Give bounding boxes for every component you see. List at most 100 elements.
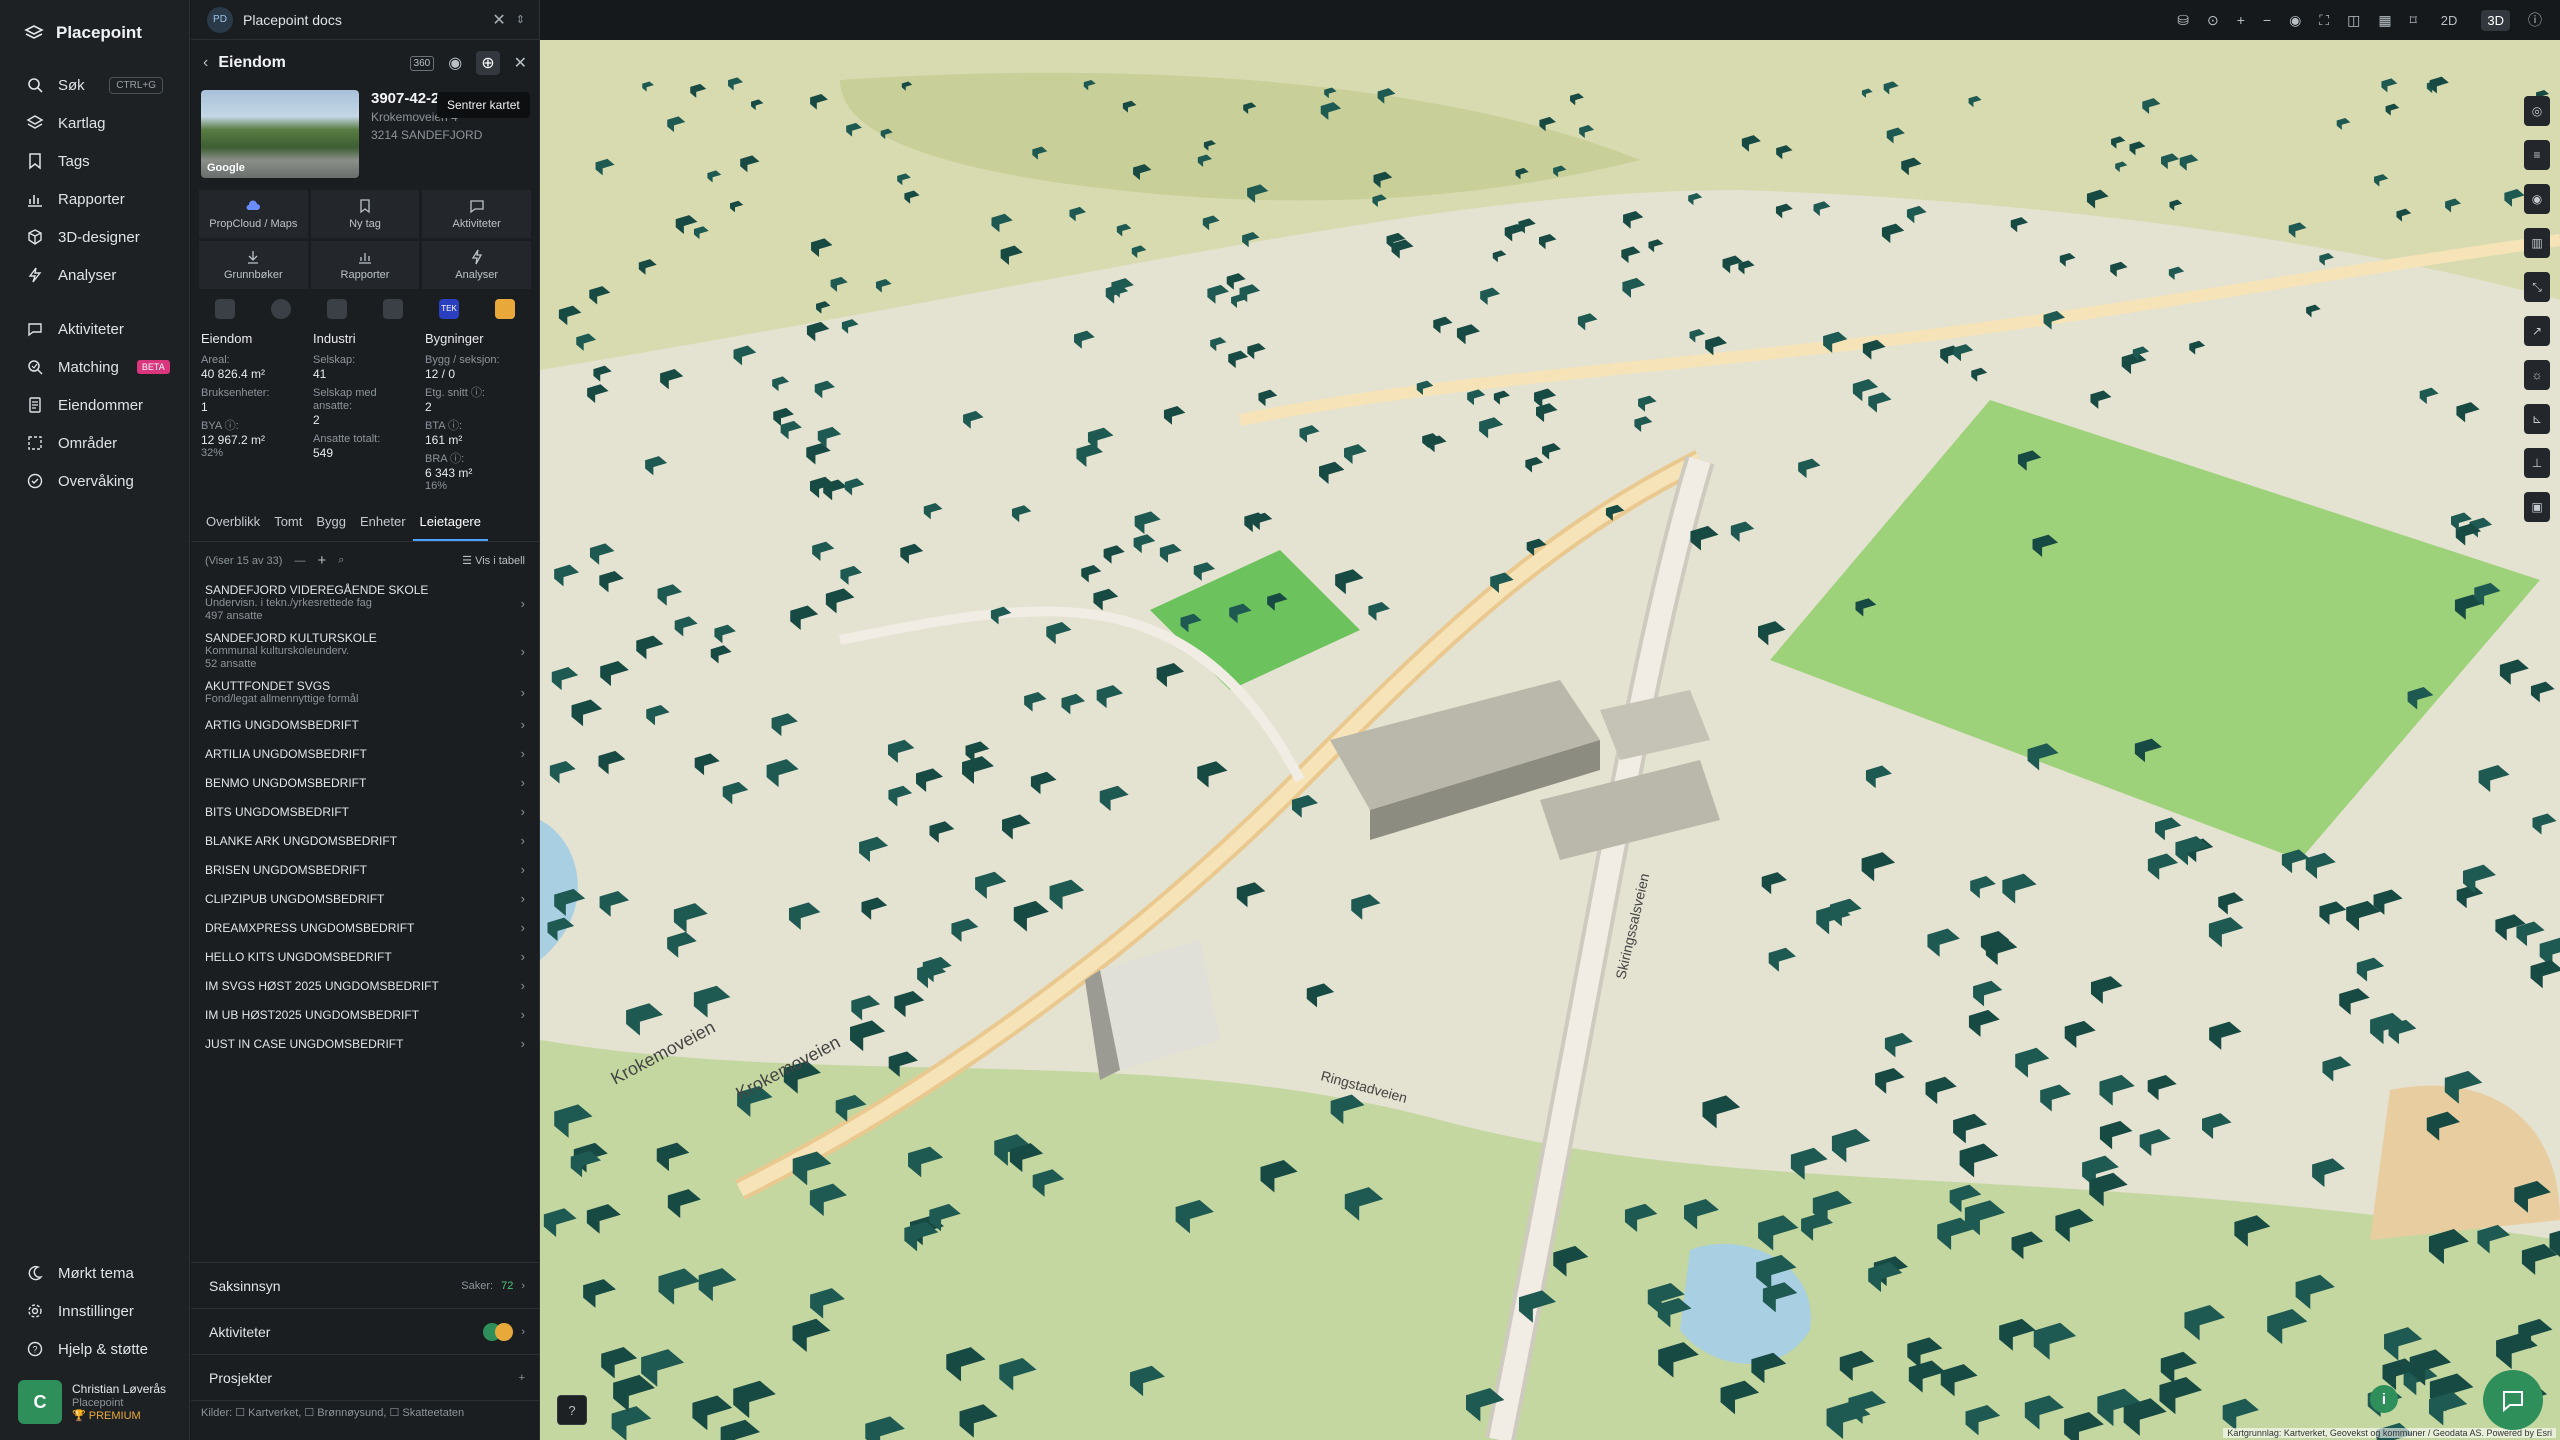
dark-theme-toggle[interactable]: Mørkt tema: [0, 1254, 189, 1292]
tenant-row[interactable]: BENMO UNGDOMSBEDRIFT ›: [191, 768, 539, 797]
bookmark-icon: [360, 199, 370, 214]
tool-poi-icon[interactable]: ◎: [2524, 96, 2550, 126]
chevron-updown-icon[interactable]: ⇕: [516, 13, 525, 26]
nav-3d-designer[interactable]: 3D-designer: [0, 218, 189, 256]
mode-2d-button[interactable]: 2D: [2435, 10, 2464, 31]
zoom-in-icon[interactable]: +: [2237, 12, 2245, 28]
tab-bygg[interactable]: Bygg: [309, 506, 353, 541]
tenant-row[interactable]: AKUTTFONDET SVGS Fond/legat allmennyttige…: [191, 675, 539, 710]
mode-3d-button[interactable]: 3D: [2481, 9, 2510, 31]
tenant-row[interactable]: CLIPZIPUB UNGDOMSBEDRIFT ›: [191, 884, 539, 913]
collapse-icon[interactable]: —: [294, 555, 305, 567]
tenant-row[interactable]: BRISEN UNGDOMSBEDRIFT ›: [191, 855, 539, 884]
chat-fab[interactable]: [2483, 1370, 2543, 1430]
map-3d-view[interactable]: Krokemoveien Krokemoveien Skiringssalsve…: [540, 40, 2560, 1440]
house-badge-icon[interactable]: [495, 299, 515, 319]
prosjekter-accordion[interactable]: Prosjekter +: [191, 1354, 539, 1400]
search-icon[interactable]: ⌕: [338, 554, 344, 567]
plus-icon[interactable]: +: [317, 552, 326, 569]
tenant-industry: Fond/legat allmennyttige formål: [205, 693, 359, 705]
nav-analyser[interactable]: Analyser: [0, 256, 189, 294]
tenant-row[interactable]: IM SVGS HØST 2025 UNGDOMSBEDRIFT ›: [191, 971, 539, 1000]
bars-icon[interactable]: [383, 299, 403, 319]
land-icon[interactable]: [215, 299, 235, 319]
tenant-row[interactable]: IM UB HØST2025 UNGDOMSBEDRIFT ›: [191, 1000, 539, 1029]
beta-badge: BETA: [136, 360, 170, 374]
tenant-row[interactable]: ARTILIA UNGDOMSBEDRIFT ›: [191, 739, 539, 768]
tool-ruler-icon[interactable]: ⊾: [2524, 404, 2550, 434]
reports-button[interactable]: Rapporter: [310, 241, 420, 289]
chart-icon: [28, 195, 42, 207]
tool-sun-icon[interactable]: ☼: [2524, 360, 2550, 390]
activities-button[interactable]: Aktiviteter: [422, 190, 531, 238]
camera-icon[interactable]: ◫: [2347, 12, 2360, 29]
bookmark-icon: [29, 153, 41, 170]
eye-icon[interactable]: ◉: [2289, 12, 2301, 29]
nav-settings[interactable]: Innstillinger: [0, 1292, 189, 1330]
tool-profile-icon[interactable]: ⊥: [2524, 448, 2550, 478]
close-panel-icon[interactable]: ✕: [514, 53, 527, 73]
nav-rapporter[interactable]: Rapporter: [0, 180, 189, 218]
nav-kartlag[interactable]: Kartlag: [0, 104, 189, 142]
aktiviteter-accordion[interactable]: Aktiviteter ›: [191, 1308, 539, 1354]
tenant-row[interactable]: SANDEFJORD VIDEREGÅENDE SKOLE Undervisn. …: [191, 579, 539, 627]
user-card[interactable]: C Christian Løverås Placepoint 🏆 PREMIUM: [18, 1380, 179, 1424]
nav-label: Aktiviteter: [58, 320, 124, 338]
tab-tomt[interactable]: Tomt: [267, 506, 309, 541]
map-help-button[interactable]: ?: [557, 1395, 587, 1425]
nav-overvaking[interactable]: Overvåking: [0, 462, 189, 500]
tool-chart-icon[interactable]: ▥: [2524, 228, 2550, 258]
new-tag-button[interactable]: Ny tag: [310, 190, 420, 238]
bookmark-icon[interactable]: ⌑: [2410, 12, 2417, 29]
tool-trend-icon[interactable]: ↗: [2524, 316, 2550, 346]
tool-layers-icon[interactable]: ≡: [2524, 140, 2550, 170]
info-icon[interactable]: ⓘ: [2528, 10, 2542, 30]
tenant-row[interactable]: BITS UNGDOMSBEDRIFT ›: [191, 797, 539, 826]
close-icon[interactable]: ✕: [492, 10, 505, 30]
doc-tab[interactable]: PD Placepoint docs ✕ ⇕: [191, 0, 539, 40]
zoom-out-icon[interactable]: −: [2263, 12, 2271, 28]
360-icon[interactable]: 360: [409, 55, 435, 71]
globe-icon[interactable]: [271, 299, 291, 319]
info-fab[interactable]: i: [2370, 1385, 2398, 1413]
tool-measure-icon[interactable]: ⤡: [2524, 272, 2550, 302]
tenant-row[interactable]: BLANKE ARK UNGDOMSBEDRIFT ›: [191, 826, 539, 855]
nav-matching[interactable]: Matching BETA: [0, 348, 189, 386]
land-registry-button[interactable]: Grunnbøker: [199, 241, 308, 289]
tenant-name: IM SVGS HØST 2025 UNGDOMSBEDRIFT: [205, 978, 439, 993]
nav-search[interactable]: Søk CTRL+G: [0, 66, 189, 104]
tenant-row[interactable]: DREAMXPRESS UNGDOMSBEDRIFT ›: [191, 913, 539, 942]
layers-stack-icon[interactable]: ⛁: [2177, 12, 2189, 29]
crown-icon[interactable]: [327, 299, 347, 319]
tek-icon[interactable]: TEK: [439, 299, 459, 319]
brand[interactable]: Placepoint: [0, 0, 189, 66]
propcloud-button[interactable]: PropCloud / Maps: [199, 190, 308, 238]
compass-icon[interactable]: ⊙: [2207, 12, 2219, 29]
tenant-row[interactable]: SANDEFJORD KULTURSKOLE Kommunal kultursko…: [191, 627, 539, 675]
saksinnsyn-accordion[interactable]: Saksinnsyn Saker: 72 ›: [191, 1262, 539, 1308]
tab-leietagere[interactable]: Leietagere: [412, 506, 488, 541]
tab-enheter[interactable]: Enheter: [353, 506, 413, 541]
back-arrow-icon[interactable]: ‹: [203, 54, 208, 72]
analyses-button[interactable]: Analyser: [422, 241, 531, 289]
tenant-row[interactable]: JUST IN CASE UNGDOMSBEDRIFT ›: [191, 1029, 539, 1058]
nav-omrader[interactable]: Områder: [0, 424, 189, 462]
tenant-row[interactable]: HELLO KITS UNGDOMSBEDRIFT ›: [191, 942, 539, 971]
street-view-thumbnail[interactable]: Google: [201, 90, 359, 178]
fullscreen-icon[interactable]: ⛶: [2319, 12, 2329, 29]
tenant-name: JUST IN CASE UNGDOMSBEDRIFT: [205, 1036, 404, 1051]
table-view-button[interactable]: ☰ Vis i tabell: [462, 554, 525, 567]
nav-eiendommer[interactable]: Eiendommer: [0, 386, 189, 424]
nav-tags[interactable]: Tags: [0, 142, 189, 180]
chevron-right-icon: ›: [520, 891, 525, 906]
tool-eye-icon[interactable]: ◉: [2524, 184, 2550, 214]
center-map-icon[interactable]: ⊕: [476, 51, 500, 75]
nav-help[interactable]: ? Hjelp & støtte: [0, 1330, 189, 1368]
tab-overblikk[interactable]: Overblikk: [199, 506, 267, 541]
nav-aktiviteter[interactable]: Aktiviteter: [0, 310, 189, 348]
grid-icon[interactable]: ▦: [2378, 12, 2391, 29]
tenant-row[interactable]: ARTIG UNGDOMSBEDRIFT ›: [191, 710, 539, 739]
tool-image-icon[interactable]: ▣: [2524, 492, 2550, 522]
eye-icon[interactable]: ◉: [448, 53, 462, 73]
map-canvas[interactable]: Krokemoveien Krokemoveien Skiringssalsve…: [540, 40, 2560, 1440]
